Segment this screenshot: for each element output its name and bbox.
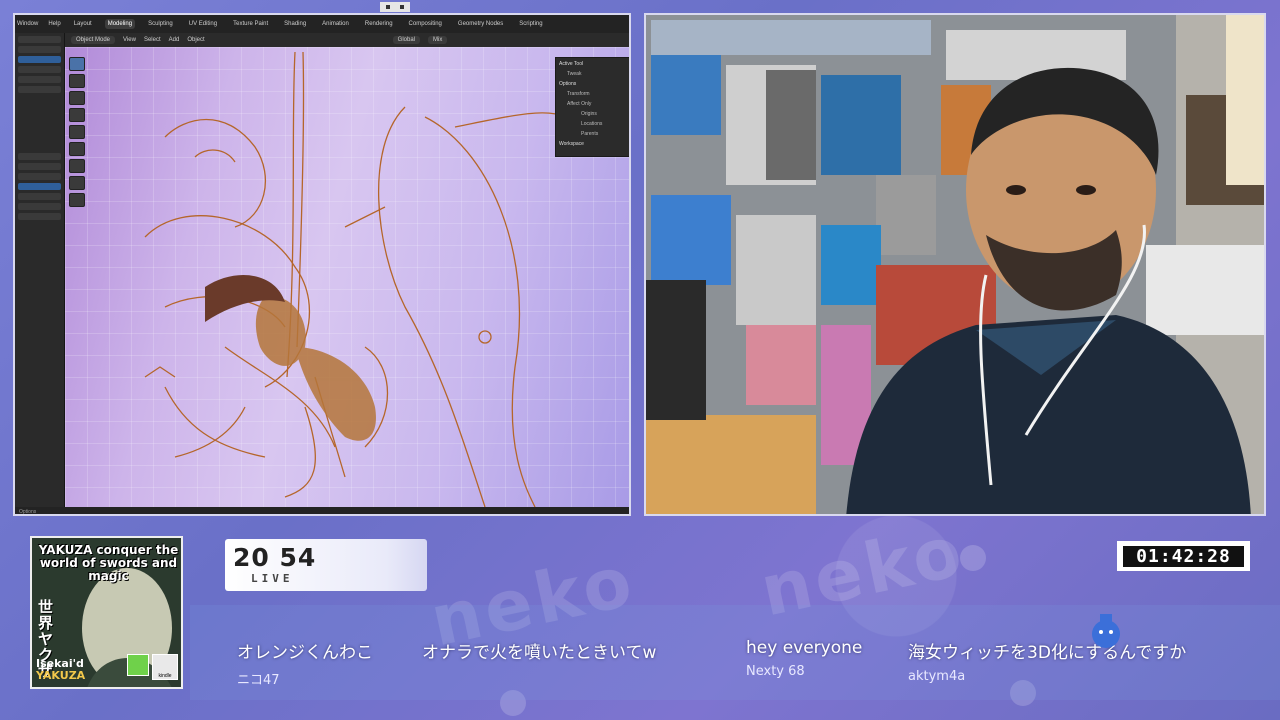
- 3d-viewport[interactable]: [65, 47, 629, 514]
- chat-message: オナラで火を噴いたときいてw: [422, 638, 656, 669]
- chat-username: Nexty 68: [746, 664, 805, 679]
- chat-message-text: hey everyone: [746, 638, 863, 658]
- property-field[interactable]: [18, 213, 61, 220]
- tab-rendering[interactable]: Rendering: [362, 19, 396, 29]
- tab-geometry-nodes[interactable]: Geometry Nodes: [455, 19, 506, 29]
- tab-scripting[interactable]: Scripting: [516, 19, 545, 29]
- chat-message-text: 海女ウィッチを3D化にするんですか: [908, 643, 1187, 663]
- chat-message: 海女ウィッチを3D化にするんですか aktym4a: [908, 638, 1186, 684]
- chat-username: aktym4a: [908, 669, 966, 684]
- sidebar-tool-panel: Active Tool Tweak Options Transform Affe…: [555, 57, 629, 157]
- outliner-properties-panel: [15, 33, 65, 514]
- blender-statusbar: Options: [15, 507, 629, 514]
- cover-title: YAKUZA conquer the world of swords and m…: [38, 543, 179, 583]
- live-counter: 20 54 LIVE: [225, 539, 427, 591]
- rotate-tool-icon[interactable]: [69, 108, 85, 122]
- sketch-drawing: [144, 51, 566, 508]
- property-field[interactable]: [18, 163, 61, 170]
- chat-username: ニコ47: [237, 673, 280, 688]
- menu-add[interactable]: Add: [169, 37, 180, 43]
- property-field[interactable]: [18, 203, 61, 210]
- chat-message-text: オレンジくんわこ: [237, 643, 373, 663]
- scale-tool-icon[interactable]: [69, 125, 85, 139]
- tab-compositing[interactable]: Compositing: [406, 19, 445, 29]
- property-field[interactable]: [18, 183, 61, 190]
- annotate-tool-icon[interactable]: [69, 159, 85, 173]
- outliner-row[interactable]: [18, 36, 61, 43]
- affect-only-label: Affect Only: [567, 101, 592, 107]
- property-field[interactable]: [18, 193, 61, 200]
- pixel-sprite-icon: [380, 2, 410, 12]
- parents-checkbox[interactable]: Parents: [559, 131, 627, 137]
- live-label: LIVE: [251, 572, 294, 585]
- move-tool-icon[interactable]: [69, 91, 85, 105]
- outliner-row[interactable]: [18, 46, 61, 53]
- property-field[interactable]: [18, 173, 61, 180]
- add-cube-tool-icon[interactable]: [69, 193, 85, 207]
- menu-window[interactable]: Window: [17, 21, 38, 27]
- chat-message: オレンジくんわこ ニコ47: [237, 638, 373, 688]
- menu-select[interactable]: Select: [144, 37, 161, 43]
- tab-uv-editing[interactable]: UV Editing: [186, 19, 220, 29]
- cursor-tool-icon[interactable]: [69, 74, 85, 88]
- origins-checkbox[interactable]: Origins: [559, 111, 627, 117]
- webcam-feed: [644, 13, 1266, 516]
- viewport-header: Object Mode View Select Add Object Globa…: [65, 33, 629, 47]
- tab-modeling[interactable]: Modeling: [104, 19, 136, 29]
- menu-object[interactable]: Object: [187, 37, 204, 43]
- workspace-heading[interactable]: Workspace: [559, 141, 627, 147]
- transform-orientation-select[interactable]: Global: [392, 36, 420, 44]
- menu-view[interactable]: View: [123, 37, 136, 43]
- mascot-icon: [1092, 614, 1120, 648]
- outliner-row[interactable]: [18, 86, 61, 93]
- blender-menubar: Window Help Layout Modeling Sculpting UV…: [15, 15, 629, 33]
- outliner-row[interactable]: [18, 153, 61, 160]
- tab-texture-paint[interactable]: Texture Paint: [230, 19, 271, 29]
- chat-message: hey everyone Nexty 68: [746, 638, 862, 679]
- paw-decoration: [960, 545, 986, 571]
- tab-shading[interactable]: Shading: [281, 19, 309, 29]
- chat-message-text: オナラで火を噴いたときいてw: [422, 643, 657, 663]
- stream-timer: 01:42:28: [1117, 541, 1250, 571]
- mode-select[interactable]: Object Mode: [71, 36, 116, 44]
- transform-tool-icon[interactable]: [69, 142, 85, 156]
- locations-checkbox[interactable]: Locations: [559, 121, 627, 127]
- select-tool-icon[interactable]: [69, 57, 85, 71]
- webcam-scene: [646, 15, 1264, 514]
- tool-shelf: [69, 57, 87, 207]
- timer-display: 01:42:28: [1123, 546, 1244, 567]
- tab-animation[interactable]: Animation: [319, 19, 352, 29]
- snap-select[interactable]: Mix: [428, 36, 448, 44]
- active-tool-heading[interactable]: Active Tool: [559, 61, 627, 67]
- outliner-row[interactable]: [18, 66, 61, 73]
- tweak-tool-label: Tweak: [567, 71, 582, 77]
- blender-window: Window Help Layout Modeling Sculpting UV…: [13, 13, 631, 516]
- outliner-row[interactable]: [18, 76, 61, 83]
- transform-heading[interactable]: Transform: [559, 91, 627, 97]
- counter-number: 20 54: [233, 543, 317, 572]
- outliner-row[interactable]: [18, 56, 61, 63]
- menu-help[interactable]: Help: [48, 21, 60, 27]
- tab-layout[interactable]: Layout: [71, 19, 95, 29]
- options-heading[interactable]: Options: [559, 81, 627, 87]
- measure-tool-icon[interactable]: [69, 176, 85, 190]
- tab-sculpting[interactable]: Sculpting: [145, 19, 176, 29]
